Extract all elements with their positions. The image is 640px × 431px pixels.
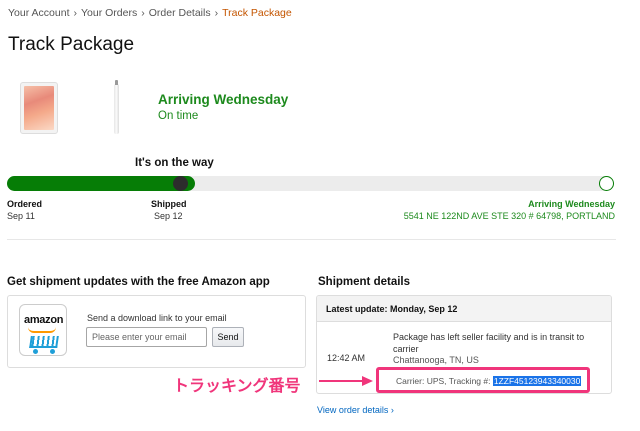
destination-circle-icon bbox=[599, 176, 614, 191]
breadcrumb: Your Account › Your Orders › Order Details › T… bbox=[8, 7, 292, 19]
breadcrumb-your-account[interactable]: Your Account bbox=[8, 7, 70, 19]
tracking-number[interactable]: 1ZZF45123943340030 bbox=[492, 376, 582, 386]
destination-address: 5541 NE 122ND AVE STE 320 # 64798, PORTL… bbox=[403, 211, 615, 221]
progress-current-marker bbox=[173, 176, 188, 191]
email-input[interactable] bbox=[86, 327, 207, 347]
amazon-app-icon: amazon bbox=[19, 304, 67, 356]
stage-ordered-label: Ordered bbox=[7, 199, 43, 209]
amazon-smile-icon bbox=[28, 327, 56, 333]
breadcrumb-your-orders[interactable]: Your Orders bbox=[81, 7, 137, 19]
annotation-arrow-icon bbox=[319, 376, 373, 386]
latest-update-header: Latest update: Monday, Sep 12 bbox=[317, 296, 611, 322]
breadcrumb-separator: › bbox=[73, 7, 78, 19]
section-divider bbox=[7, 239, 616, 240]
breadcrumb-separator: › bbox=[214, 7, 219, 19]
shipment-section-heading: Shipment details bbox=[318, 276, 411, 288]
app-download-box: amazon Send a download link to your emai… bbox=[7, 295, 306, 368]
carrier-label: Carrier: UPS, Tracking #: bbox=[396, 376, 493, 386]
event-location: Chattanooga, TN, US bbox=[393, 355, 479, 365]
cart-wheel-icon bbox=[33, 349, 38, 354]
send-button[interactable]: Send bbox=[212, 327, 244, 347]
view-order-details-link[interactable]: View order details › bbox=[317, 405, 394, 415]
app-section-heading: Get shipment updates with the free Amazo… bbox=[7, 276, 270, 288]
event-description: Package has left seller facility and is … bbox=[393, 332, 585, 354]
stage-shipped-date: Sep 12 bbox=[154, 211, 183, 221]
cart-wheel-icon bbox=[50, 349, 55, 354]
ipad-product-image[interactable] bbox=[20, 82, 58, 134]
annotation-label: トラッキング番号 bbox=[173, 378, 301, 395]
ipad-screen bbox=[24, 86, 54, 130]
breadcrumb-separator: › bbox=[141, 7, 145, 19]
carrier-highlight-box: Carrier: UPS, Tracking #: 1ZZF4512394334… bbox=[376, 367, 590, 393]
download-prompt: Send a download link to your email bbox=[87, 313, 227, 323]
page-title: Track Package bbox=[8, 34, 135, 55]
carrier-info: Carrier: UPS, Tracking #: 1ZZF4512394334… bbox=[396, 376, 582, 386]
stage-ordered-date: Sep 11 bbox=[7, 211, 35, 221]
event-time: 12:42 AM bbox=[327, 353, 366, 363]
destination-label: Arriving Wednesday bbox=[528, 199, 615, 209]
progress-track bbox=[7, 176, 612, 191]
amazon-logo-text: amazon bbox=[24, 314, 64, 326]
cart-icon bbox=[29, 336, 59, 348]
arrival-status: On time bbox=[158, 110, 199, 122]
pencil-product-image[interactable] bbox=[114, 80, 119, 134]
breadcrumb-order-details[interactable]: Order Details bbox=[149, 7, 211, 19]
arrival-title: Arriving Wednesday bbox=[158, 92, 289, 107]
progress-fill bbox=[7, 176, 195, 191]
stage-shipped-label: Shipped bbox=[151, 199, 187, 209]
progress-heading: It's on the way bbox=[135, 157, 214, 169]
breadcrumb-track-package: Track Package bbox=[222, 7, 292, 19]
